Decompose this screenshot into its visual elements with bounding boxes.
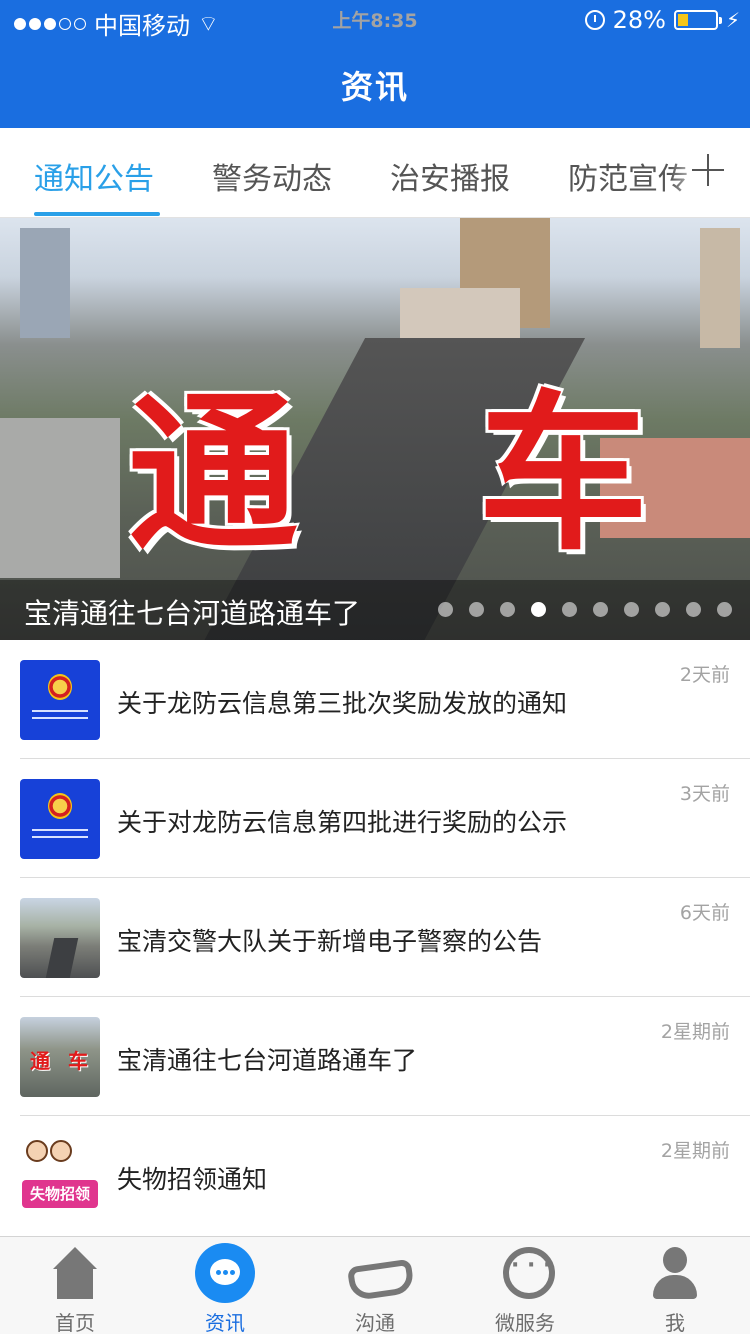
battery-icon	[673, 10, 722, 30]
road-opening-thumbnail: 通 车	[20, 1017, 100, 1097]
thumbnail-text-line	[32, 717, 88, 719]
carousel-dot[interactable]	[717, 602, 732, 617]
tab-micro-service[interactable]: 微服务	[450, 1237, 600, 1334]
thumbnail-text-line	[32, 836, 88, 838]
tab-label: 微服务	[495, 1311, 555, 1334]
headset-service-icon	[495, 1245, 555, 1301]
alarm-icon	[584, 10, 605, 30]
charging-icon: ⚡	[725, 8, 740, 32]
tab-home[interactable]: 首页	[0, 1237, 150, 1334]
lost-found-badge: 失物招领	[22, 1180, 98, 1208]
news-title: 宝清交警大队关于新增电子警察的公告	[117, 927, 543, 956]
carousel-dot[interactable]	[469, 602, 484, 617]
tab-communicate[interactable]: 沟通	[300, 1237, 450, 1334]
news-item[interactable]: 宝清交警大队关于新增电子警察的公告 6天前	[20, 878, 750, 997]
police-emblem-thumbnail	[20, 779, 100, 859]
lost-found-thumbnail: 失物招领	[20, 1136, 100, 1216]
street-photo-thumbnail	[20, 898, 100, 978]
carousel-dot[interactable]	[593, 602, 608, 617]
thumbnail-overlay-text: 车	[68, 1049, 88, 1073]
banner-building	[700, 228, 740, 348]
active-tab-indicator	[34, 212, 160, 216]
police-emblem-icon	[48, 674, 72, 700]
chat-bubble-icon	[195, 1243, 255, 1303]
police-emblem-icon	[48, 793, 72, 819]
cartoon-face-icon	[26, 1140, 48, 1162]
tab-security-report[interactable]: 治安播报	[390, 154, 510, 198]
tab-me[interactable]: 我	[600, 1237, 750, 1334]
home-icon	[45, 1245, 105, 1301]
carousel-dot[interactable]	[438, 602, 453, 617]
category-tabs: 通知公告 警务动态 治安播报 防范宣传	[0, 128, 750, 218]
tab-label: 我	[665, 1311, 685, 1334]
carousel-dot[interactable]	[624, 602, 639, 617]
news-item[interactable]: 关于龙防云信息第三批次奖励发放的通知 2天前	[20, 640, 750, 759]
battery-percent: 28%	[612, 6, 666, 34]
chat-bubble-inner	[210, 1259, 240, 1285]
news-title: 宝清通往七台河道路通车了	[117, 1046, 418, 1075]
tab-label: 首页	[55, 1311, 95, 1334]
news-item[interactable]: 失物招领 失物招领通知 2星期前	[20, 1116, 750, 1235]
thumbnail-overlay-text: 通	[30, 1049, 50, 1073]
tab-police-news[interactable]: 警务动态	[212, 154, 332, 198]
person-icon	[645, 1245, 705, 1301]
news-title: 关于对龙防云信息第四批进行奖励的公示	[117, 808, 568, 837]
add-tab-icon[interactable]	[688, 150, 728, 190]
news-time: 2星期前	[660, 1021, 730, 1043]
news-time: 2天前	[679, 664, 730, 686]
carousel-dot[interactable]	[562, 602, 577, 617]
carousel-pager	[438, 602, 732, 617]
banner-carousel[interactable]: 通 车 宝清通往七台河道路通车了	[0, 218, 750, 640]
news-time: 6天前	[679, 902, 730, 924]
news-list: 关于龙防云信息第三批次奖励发放的通知 2天前 关于对龙防云信息第四批进行奖励的公…	[0, 640, 750, 1235]
police-emblem-thumbnail	[20, 660, 100, 740]
carousel-dot[interactable]	[686, 602, 701, 617]
banner-caption: 宝清通往七台河道路通车了	[24, 597, 361, 630]
banner-overlay-text: 车	[478, 374, 649, 574]
handshake-icon	[345, 1245, 405, 1301]
banner-overlay-text: 通	[128, 374, 299, 574]
banner-caption-bar: 宝清通往七台河道路通车了	[0, 580, 750, 640]
news-item[interactable]: 关于对龙防云信息第四批进行奖励的公示 3天前	[20, 759, 750, 878]
banner-building	[0, 418, 120, 578]
nav-header: 中国移动 ⌔ 上午8:35 28% ⚡ 资讯	[0, 0, 750, 128]
page-title: 资讯	[340, 68, 409, 106]
carousel-dot[interactable]	[531, 602, 546, 617]
thumbnail-text-line	[32, 710, 88, 712]
carousel-dot[interactable]	[655, 602, 670, 617]
news-item[interactable]: 通 车 宝清通往七台河道路通车了 2星期前	[20, 997, 750, 1116]
status-right: 28% ⚡	[584, 6, 740, 34]
cartoon-face-icon	[50, 1140, 72, 1162]
news-time: 3天前	[679, 783, 730, 805]
bottom-tab-bar: 首页 资讯 沟通 微服务 我	[0, 1236, 750, 1334]
status-bar: 中国移动 ⌔ 上午8:35 28% ⚡	[0, 0, 750, 40]
news-time: 2星期前	[660, 1140, 730, 1162]
carousel-dot[interactable]	[500, 602, 515, 617]
news-title: 关于龙防云信息第三批次奖励发放的通知	[117, 689, 568, 718]
thumbnail-text-line	[32, 829, 88, 831]
tab-label: 资讯	[205, 1311, 245, 1334]
tab-news[interactable]: 资讯	[150, 1237, 300, 1334]
tab-label: 沟通	[355, 1311, 395, 1334]
tab-notices[interactable]: 通知公告	[34, 154, 154, 198]
news-title: 失物招领通知	[117, 1165, 268, 1194]
banner-building	[20, 228, 70, 338]
